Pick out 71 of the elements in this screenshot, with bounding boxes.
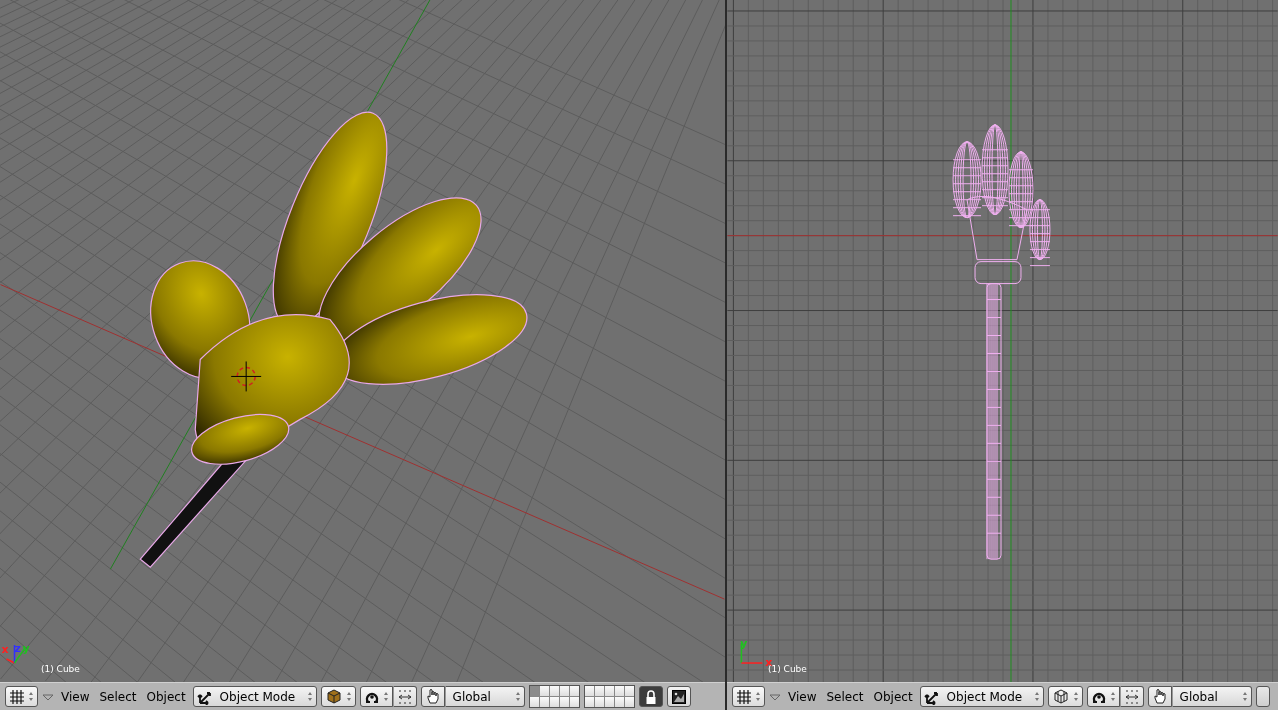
menu-item[interactable]: Object [870, 689, 916, 704]
updown-arrows-icon [1033, 691, 1040, 702]
layer-button[interactable] [529, 697, 539, 707]
layer-button[interactable] [539, 686, 549, 696]
manipulator-button[interactable] [420, 686, 445, 707]
editor-type-button[interactable] [732, 686, 765, 707]
shading-dropdown[interactable] [320, 686, 356, 707]
axis-label: z [14, 642, 21, 656]
menu-item[interactable]: Select [823, 689, 867, 704]
menu-item[interactable]: Object [143, 689, 189, 704]
updown-arrows-icon [1072, 691, 1079, 702]
snap-icon [1123, 688, 1140, 705]
manipulator-button[interactable] [1147, 686, 1172, 707]
3d-viewport[interactable]: y x(1) Cube [727, 0, 1278, 682]
updown-arrows-icon [382, 691, 389, 702]
layer-button[interactable] [1255, 686, 1270, 707]
layer-button[interactable] [614, 697, 624, 707]
collapse-triangle-icon [42, 691, 54, 702]
layer-button[interactable] [539, 697, 549, 707]
layer-button[interactable] [624, 697, 634, 707]
orientation-dropdown[interactable]: Global [1171, 686, 1252, 707]
collapse-triangle-icon [769, 691, 781, 702]
3d-viewport[interactable]: x zy (1) Cube [0, 0, 725, 682]
3d-cursor-icon [230, 360, 262, 392]
layer-button[interactable] [604, 697, 614, 707]
updown-arrows-icon [345, 691, 352, 702]
updown-arrows-icon [514, 691, 521, 702]
layer-button[interactable] [584, 686, 594, 696]
axis-label: x [1, 643, 9, 657]
axis-gizmo-icon [740, 642, 764, 664]
editor-type-button[interactable] [5, 686, 38, 707]
updown-arrows-icon [306, 691, 313, 702]
layer-button[interactable] [624, 686, 634, 696]
layer-button[interactable] [559, 697, 569, 707]
layer-button[interactable] [614, 686, 624, 696]
render-button[interactable] [666, 686, 691, 707]
mode-dropdown[interactable]: Object Mode [192, 686, 317, 707]
grid-icon [9, 688, 25, 705]
layer-button[interactable] [559, 686, 569, 696]
snap-button[interactable] [392, 686, 417, 707]
object-label: (1) Cube [41, 664, 80, 674]
layer-button[interactable] [549, 686, 559, 696]
layer-button[interactable] [569, 686, 579, 696]
layer-button[interactable] [594, 686, 604, 696]
orientation-dropdown[interactable]: Global [444, 686, 525, 707]
layer-button[interactable] [569, 697, 579, 707]
layer-button[interactable] [604, 686, 614, 696]
mode-dropdown[interactable]: Object Mode [919, 686, 1044, 707]
updown-arrows-icon [1241, 691, 1248, 702]
menu-item[interactable]: View [785, 689, 820, 704]
updown-arrows-icon [755, 691, 761, 702]
axis-label: y [740, 637, 748, 651]
object-label: (1) Cube [768, 664, 807, 674]
shading-dropdown[interactable] [1047, 686, 1083, 707]
hand-icon [424, 688, 441, 705]
updown-arrows-icon [28, 691, 34, 702]
grid-icon [736, 688, 752, 705]
layer-button[interactable] [549, 697, 559, 707]
lock-button[interactable] [638, 686, 663, 707]
menu-item[interactable]: View [58, 689, 93, 704]
layer-button[interactable] [584, 697, 594, 707]
axis-label: y [22, 642, 30, 656]
pivot-dropdown[interactable] [359, 686, 393, 707]
menu-item[interactable]: Select [96, 689, 140, 704]
snap-icon [396, 688, 413, 705]
layer-button[interactable] [594, 697, 604, 707]
hand-icon [1151, 688, 1168, 705]
render-icon [670, 688, 687, 705]
snap-button[interactable] [1119, 686, 1144, 707]
pivot-dropdown[interactable] [1086, 686, 1120, 707]
updown-arrows-icon [1109, 691, 1116, 702]
